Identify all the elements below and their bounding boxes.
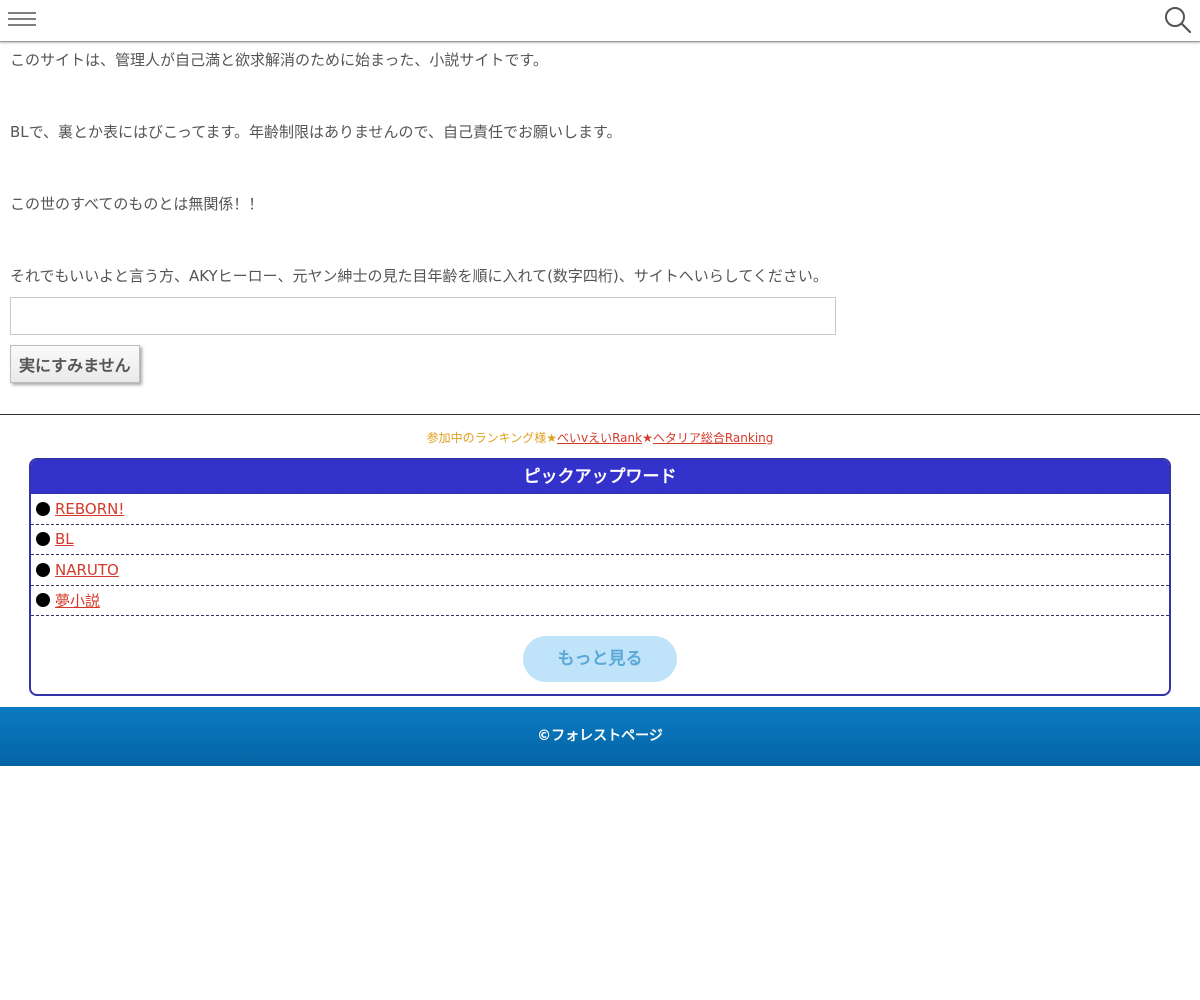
- pickup-list: REBORN! BL NARUTO 夢小説: [31, 494, 1169, 616]
- ranking-line: 参加中のランキング様★べいvえいRank★ヘタリア総合Ranking: [0, 430, 1200, 446]
- ranking-prefix: 参加中のランキング様★: [426, 431, 557, 445]
- list-item: 夢小説: [31, 586, 1169, 616]
- pickup-link-yume[interactable]: 夢小説: [55, 590, 100, 611]
- search-icon[interactable]: [1164, 5, 1192, 35]
- bullet-icon: [36, 532, 50, 547]
- pickup-link-reborn[interactable]: REBORN!: [55, 500, 124, 518]
- pickup-words-box: ピックアップワード REBORN! BL NARUTO 夢小説 もっと見る: [29, 458, 1171, 696]
- list-item: NARUTO: [31, 555, 1169, 586]
- submit-button[interactable]: 実にすみません: [10, 345, 140, 383]
- intro-text-4: それでもいいよと言う方、AKYヒーロー、元ヤン紳士の見た目年齢を順に入れて(数字…: [10, 267, 828, 285]
- site-footer: ©フォレストページ: [0, 707, 1200, 766]
- section-divider: [0, 414, 1200, 415]
- footer-copyright: ©フォレストページ: [537, 728, 663, 744]
- bullet-icon: [36, 593, 50, 608]
- pickup-title: ピックアップワード: [31, 460, 1169, 494]
- pickup-link-naruto[interactable]: NARUTO: [55, 561, 119, 579]
- ranking-link-beivei[interactable]: べいvえいRank: [557, 431, 642, 445]
- intro-text-1: このサイトは、管理人が自己満と欲求解消のために始まった、小説サイトです。: [10, 51, 548, 69]
- list-item: REBORN!: [31, 494, 1169, 525]
- see-more-button[interactable]: もっと見る: [523, 636, 677, 682]
- list-item: BL: [31, 525, 1169, 555]
- intro-text-2: BLで、裏とか表にはびこってます。年齢制限はありませんので、自己責任でお願いしま…: [10, 123, 622, 141]
- hamburger-menu-icon[interactable]: [7, 10, 37, 30]
- intro-text-3: この世のすべてのものとは無関係！！: [10, 195, 264, 213]
- bullet-icon: [36, 501, 50, 516]
- bullet-icon: [36, 562, 50, 577]
- answer-input[interactable]: [10, 297, 836, 335]
- ranking-separator: ★: [642, 431, 653, 445]
- ranking-link-hetalia[interactable]: ヘタリア総合Ranking: [653, 431, 774, 445]
- site-header: [0, 0, 1200, 42]
- pickup-link-bl[interactable]: BL: [55, 530, 74, 548]
